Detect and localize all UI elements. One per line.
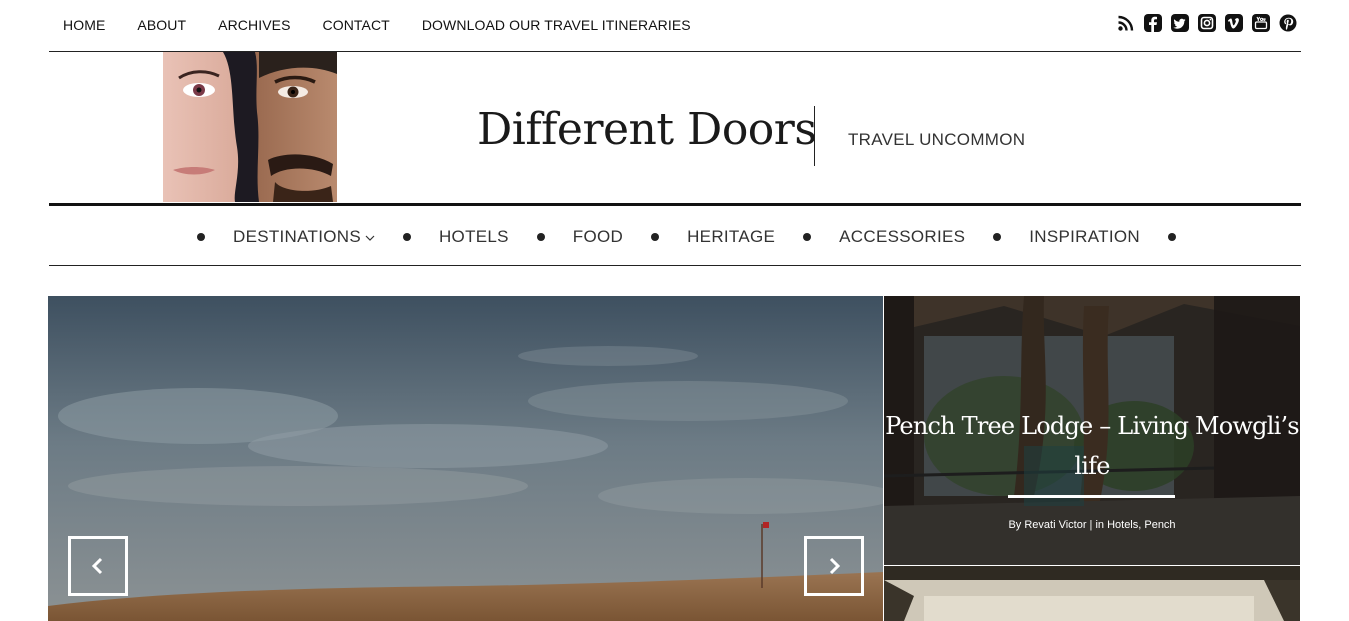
site-title[interactable]: Different Doors <box>477 104 817 155</box>
instagram-icon[interactable] <box>1198 14 1216 32</box>
pinterest-icon[interactable] <box>1279 14 1297 32</box>
author-avatar[interactable] <box>163 52 337 202</box>
facebook-icon[interactable] <box>1144 14 1162 32</box>
site-header: Different Doors TRAVEL UNCOMMON <box>49 52 1301 203</box>
hero-slider[interactable] <box>48 296 883 621</box>
nav-item-food[interactable]: FOOD <box>573 227 623 247</box>
top-nav-about[interactable]: ABOUT <box>137 17 186 33</box>
social-links <box>1117 14 1297 32</box>
nav-item-inspiration[interactable]: INSPIRATION <box>1029 227 1140 247</box>
slider-next-button[interactable] <box>804 536 864 596</box>
nav-item-heritage[interactable]: HERITAGE <box>687 227 775 247</box>
youtube-icon[interactable] <box>1252 14 1270 32</box>
vimeo-icon[interactable] <box>1225 14 1243 32</box>
nav-bullet <box>402 233 411 241</box>
top-nav-archives[interactable]: ARCHIVES <box>218 17 290 33</box>
nav-bullet <box>993 233 1002 241</box>
rss-icon[interactable] <box>1117 14 1135 32</box>
featured-post-card-2[interactable] <box>884 566 1300 621</box>
nav-bullet <box>803 233 812 241</box>
featured-post-divider <box>1008 495 1175 498</box>
featured-post-title[interactable]: Pench Tree Lodge – Living Mowgli’s life <box>884 406 1300 486</box>
nav-item-hotels[interactable]: HOTELS <box>439 227 509 247</box>
top-nav-download-itineraries[interactable]: DOWNLOAD OUR TRAVEL ITINERARIES <box>422 17 691 33</box>
top-nav: HOME ABOUT ARCHIVES CONTACT DOWNLOAD OUR… <box>63 17 723 33</box>
site-tagline: TRAVEL UNCOMMON <box>848 130 1026 149</box>
nav-bullet <box>651 233 660 241</box>
chevron-right-icon <box>829 557 841 575</box>
nav-item-accessories[interactable]: ACCESSORIES <box>839 227 965 247</box>
twitter-icon[interactable] <box>1171 14 1189 32</box>
featured-post-image-2 <box>884 566 1300 621</box>
nav-bullet <box>1167 233 1176 241</box>
main-nav: DESTINATIONS HOTELS FOOD HERITAGE ACCESS… <box>49 203 1301 266</box>
nav-bullet <box>197 233 205 241</box>
top-nav-contact[interactable]: CONTACT <box>323 17 390 33</box>
featured-post-meta: By Revati Victor | in Hotels, Pench <box>1008 519 1176 531</box>
slider-prev-button[interactable] <box>68 536 128 596</box>
nav-bullet <box>536 233 545 241</box>
chevron-down-icon <box>365 227 375 247</box>
nav-item-destinations[interactable]: DESTINATIONS <box>233 227 375 247</box>
top-bar: HOME ABOUT ARCHIVES CONTACT DOWNLOAD OUR… <box>49 0 1301 52</box>
chevron-left-icon <box>91 557 103 575</box>
hero-slide-image <box>48 296 883 621</box>
top-nav-home[interactable]: HOME <box>63 17 105 33</box>
title-divider <box>814 106 815 166</box>
featured-post-card[interactable]: Pench Tree Lodge – Living Mowgli’s life … <box>884 296 1300 565</box>
nav-item-destinations-label: DESTINATIONS <box>233 227 361 246</box>
